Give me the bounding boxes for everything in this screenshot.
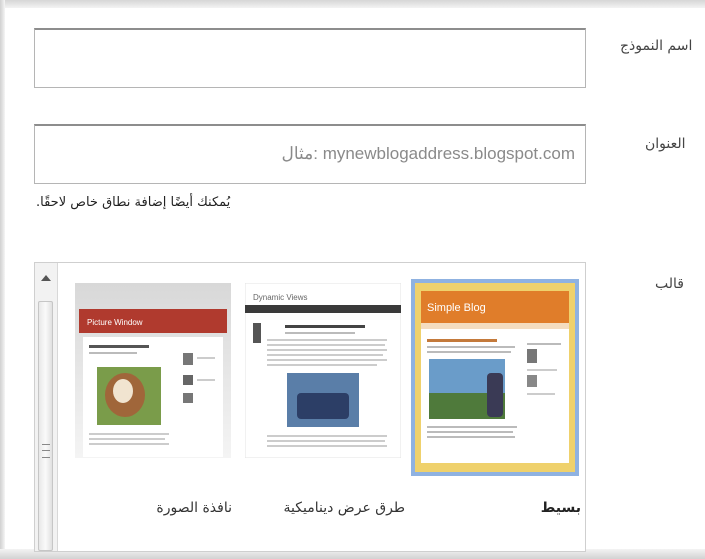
template-picture-window-card[interactable]: Picture Window bbox=[75, 283, 231, 458]
window-left-edge bbox=[0, 0, 5, 559]
address-label: العنوان bbox=[645, 136, 686, 152]
template-scrollbar[interactable] bbox=[35, 263, 58, 551]
address-field[interactable]: مثال: mynewblogaddress.blogspot.com bbox=[34, 124, 586, 184]
scroll-thumb[interactable] bbox=[38, 301, 53, 551]
template-picker: Simple Blog Dynamic Views Picture Window… bbox=[34, 262, 586, 552]
window-top-edge bbox=[0, 0, 705, 8]
template-simple-card[interactable]: Simple Blog bbox=[411, 279, 579, 476]
template-dynamic-views-name[interactable]: طرق عرض ديناميكية bbox=[284, 500, 405, 516]
custom-domain-hint: يُمكنك أيضًا إضافة نطاق خاص لاحقًا. bbox=[36, 195, 231, 210]
name-field[interactable] bbox=[34, 28, 586, 88]
template-simple-name[interactable]: بسيط bbox=[541, 500, 581, 516]
picture-preview-title: Picture Window bbox=[87, 318, 143, 327]
address-placeholder: مثال: mynewblogaddress.blogspot.com bbox=[281, 144, 575, 163]
template-picture-window-name[interactable]: نافذة الصورة bbox=[156, 500, 232, 516]
template-dynamic-views-preview: Dynamic Views bbox=[244, 282, 402, 459]
scroll-grip-icon bbox=[42, 444, 50, 458]
template-picture-window-preview: Picture Window bbox=[75, 283, 231, 458]
template-dynamic-views-card[interactable]: Dynamic Views bbox=[244, 282, 402, 459]
name-label: اسم النموذج bbox=[620, 38, 693, 54]
template-label: قالب bbox=[655, 276, 684, 292]
dynamic-preview-title: Dynamic Views bbox=[253, 293, 308, 302]
scroll-up-arrow-icon[interactable] bbox=[41, 275, 51, 281]
template-simple-preview: Simple Blog bbox=[415, 283, 575, 472]
simple-preview-title: Simple Blog bbox=[427, 302, 486, 314]
